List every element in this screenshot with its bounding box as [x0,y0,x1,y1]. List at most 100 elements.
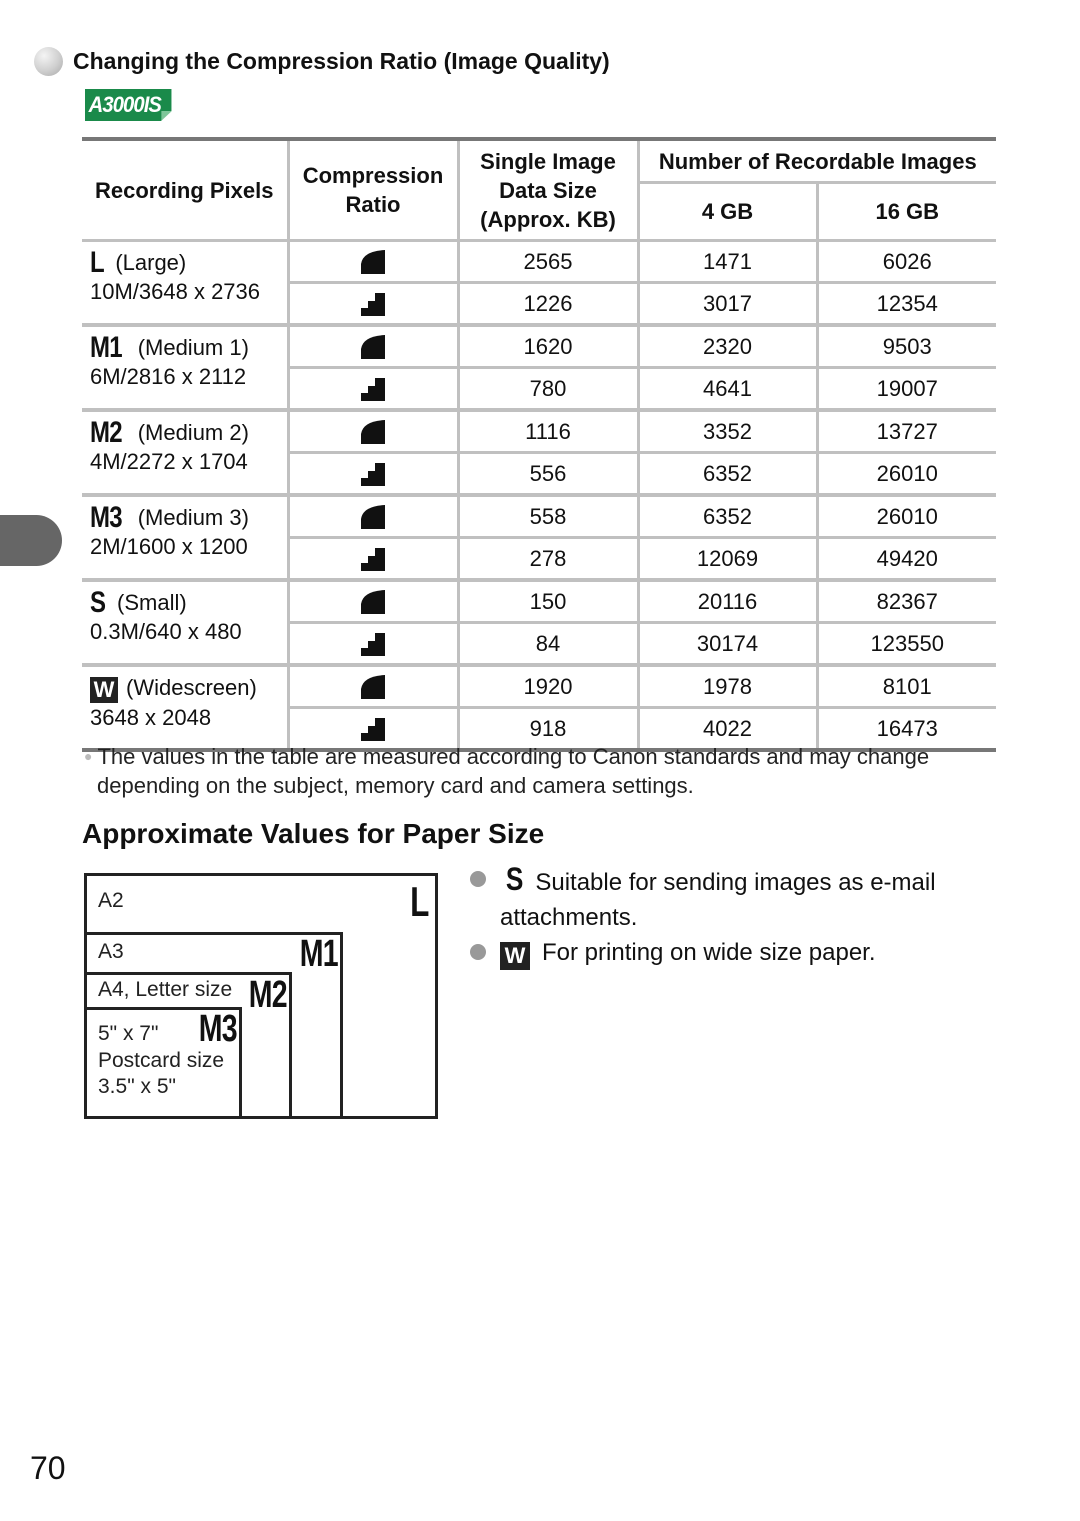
section-title: Changing the Compression Ratio (Image Qu… [34,44,610,78]
fine-icon [359,630,387,658]
gb16-cell: 26010 [815,493,996,539]
bullet-icon [470,871,486,887]
gb16-cell: 9503 [815,323,996,369]
paper-label-3-5x5: 3.5" x 5" [98,1075,176,1098]
compression-cell [288,451,460,497]
gb16-cell: 26010 [815,451,996,497]
table-row: M2 (Medium 2) 4M/2272 x 1704 1116 3352 13727 [82,408,996,497]
header-compression-ratio: Compression Ratio [286,137,460,242]
size-cell: 84 [456,621,640,667]
gb16-cell: 82367 [815,578,996,624]
table-row: W (Widescreen) 3648 x 2048 1920 1978 8101 [82,663,996,750]
superfine-icon [359,248,387,276]
size-cell: 556 [456,451,640,497]
gb4-cell: 3352 [636,408,819,454]
fine-icon [359,375,387,403]
mode-m2-icon: M2 [248,974,288,1016]
compression-cell [286,493,460,539]
note-bullet-icon: ● [84,748,93,764]
bullet-text: For printing on wide size paper. [542,939,876,966]
gb16-cell: 19007 [815,366,996,412]
table-row: L (Large) 10M/3648 x 2736 2565 1471 6026 [82,239,996,327]
gb16-cell: 12354 [815,281,996,327]
mode-w-icon: W [500,942,530,970]
header-recordable-images: Number of Recordable Images [636,137,996,184]
mode-name: (Medium 1) [137,335,249,360]
gb4-cell: 30174 [636,621,819,667]
size-cell: 780 [456,366,640,412]
superfine-icon [359,503,387,531]
gb4-cell: 6352 [636,493,819,539]
superfine-icon [359,333,387,361]
paper-size-heading: Approximate Values for Paper Size [82,818,545,849]
list-item: W For printing on wide size paper. [470,935,1010,970]
recording-pixels-cell: M1 (Medium 1) 6M/2816 x 2112 [82,323,290,412]
bullet-text-continued: attachments. [500,904,638,931]
chapter-tab [0,515,62,566]
table-row: S (Small) 0.3M/640 x 480 150 20116 82367 [82,578,996,667]
gb4-cell: 6352 [636,451,819,497]
page-number: 70 [30,1450,66,1486]
mode-name: (Medium 3) [137,505,249,530]
size-cell: 150 [456,578,640,624]
fine-icon [359,715,387,743]
paper-box-m3: 5" x 7" M3 Postcard size 3.5" x 5" [84,1007,242,1119]
paper-label-5x7: 5" x 7" [98,1022,159,1045]
mode-name: (Small) [117,590,187,615]
model-badge: A3000IS [85,89,172,121]
compression-cell [288,281,460,327]
paper-label-a2: A2 [98,889,124,912]
compression-cell [286,663,460,709]
recording-pixels-cell: S (Small) 0.3M/640 x 480 [82,578,290,667]
gb4-cell: 3017 [636,281,819,327]
size-cell: 1226 [456,281,640,327]
compression-cell [286,239,460,284]
compression-cell [288,536,460,582]
compression-cell [286,323,460,369]
size-cell: 1116 [456,408,640,454]
mode-s-icon: S [505,861,524,897]
table-note: ● The values in the table are measured ac… [84,742,994,800]
gb4-cell: 1471 [636,239,819,284]
gb16-cell: 123550 [815,621,996,667]
fine-icon [359,545,387,573]
compression-cell [286,578,460,624]
resolution: 10M/3648 x 2736 [90,279,261,304]
section-title-text: Changing the Compression Ratio (Image Qu… [73,47,610,74]
note-line-1: The values in the table are measured acc… [97,744,930,769]
fine-icon [359,460,387,488]
size-cell: 558 [456,493,640,539]
resolution: 2M/1600 x 1200 [90,534,248,559]
superfine-icon [359,588,387,616]
bullet-text: Suitable for sending images as e-mail [535,869,936,896]
superfine-icon [359,673,387,701]
paper-label-a3: A3 [98,940,124,963]
header-recording-pixels: Recording Pixels [82,137,290,242]
mode-m3-icon: M3 [90,501,123,534]
recording-pixels-cell: M2 (Medium 2) 4M/2272 x 1704 [82,408,290,497]
mode-w-icon: W [90,677,118,703]
mode-l-icon: L [90,246,105,279]
mode-m1-icon: M1 [90,331,123,364]
gb4-cell: 1978 [636,663,819,709]
paper-label-postcard: Postcard size [98,1049,225,1072]
paper-notes: S Suitable for sending images as e-mail a… [470,862,1010,970]
mode-l-icon: L [410,878,430,925]
gb4-cell: 20116 [636,578,819,624]
table-row: M3 (Medium 3) 2M/1600 x 1200 558 6352 26010 [82,493,996,582]
gb16-cell: 13727 [815,408,996,454]
list-item: S Suitable for sending images as e-mail [470,862,1010,900]
gb4-cell: 2320 [636,323,819,369]
gb4-cell: 12069 [636,536,819,582]
mode-m2-icon: M2 [90,416,123,449]
table-row: M1 (Medium 1) 6M/2816 x 2112 1620 2320 9503 [82,323,996,412]
compression-cell [288,621,460,667]
mode-m3-icon: M3 [198,1008,238,1050]
mode-name: (Large) [115,250,187,275]
mode-m1-icon: M1 [299,933,339,975]
mode-name: (Medium 2) [137,420,249,445]
fine-icon [359,290,387,318]
header-data-size: Single Image Data Size (Approx. KB) [456,137,640,242]
recording-pixels-cell: M3 (Medium 3) 2M/1600 x 1200 [82,493,290,582]
recording-pixels-cell: L (Large) 10M/3648 x 2736 [82,239,290,327]
